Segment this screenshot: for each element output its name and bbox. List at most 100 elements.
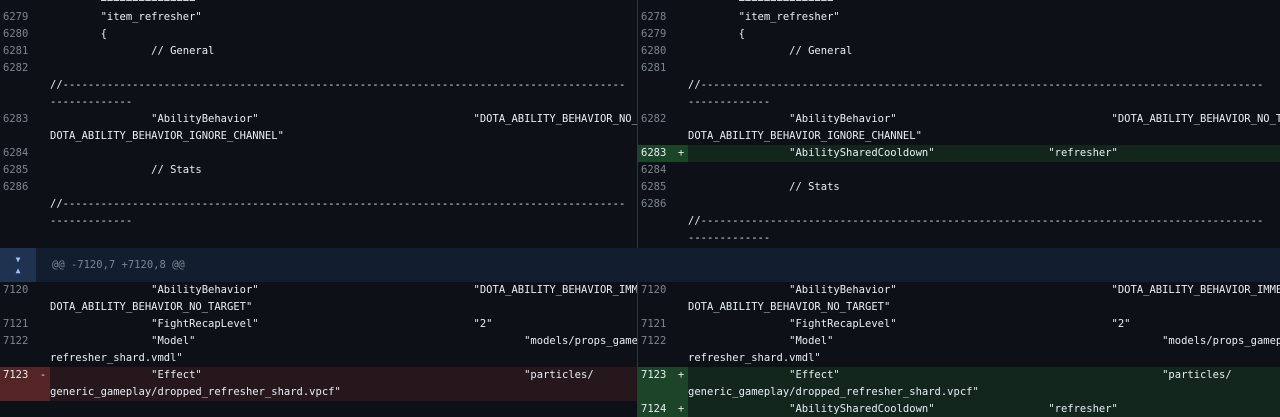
code-line: ------------- <box>50 96 133 108</box>
line-number[interactable]: 6281 <box>638 60 674 77</box>
code-line: =============== <box>50 0 196 6</box>
line-number[interactable]: 6283 <box>0 111 36 128</box>
line-number[interactable] <box>0 213 36 230</box>
code-line: ------------- <box>50 215 133 227</box>
diff-marker <box>36 60 50 77</box>
line-number[interactable] <box>638 299 674 316</box>
hunk-header-row: ▼ ▲ @@ -7120,7 +7120,8 @@ <box>0 248 1280 282</box>
diff-marker <box>674 179 688 196</box>
line-number[interactable]: 7120 <box>0 282 36 299</box>
diff-row: 7123 + "Effect" "particles/ <box>638 367 1280 384</box>
code-line: "AbilityBehavior" "DOTA_ABILITY_BEHAVIOR… <box>50 284 637 296</box>
diff-row: =============== <box>0 0 637 9</box>
diff-row: ------------- <box>0 213 637 230</box>
line-number[interactable]: 6286 <box>0 179 36 196</box>
code-line: "Model" "models/props_gameplay/ <box>688 335 1280 347</box>
line-number[interactable] <box>0 0 36 9</box>
diff-row: //--------------------------------------… <box>0 77 637 94</box>
line-number[interactable]: 6286 <box>638 196 674 213</box>
diff-marker: + <box>674 145 688 162</box>
diff-row: 6286 <box>0 179 637 196</box>
diff-marker <box>36 213 50 230</box>
line-number[interactable] <box>638 77 674 94</box>
line-number[interactable]: 7122 <box>638 333 674 350</box>
diff-row: 6286 <box>638 196 1280 213</box>
line-number[interactable]: 6282 <box>0 60 36 77</box>
line-number[interactable] <box>638 128 674 145</box>
code-line: { <box>688 28 745 40</box>
line-number[interactable]: 6285 <box>638 179 674 196</box>
diff-row: 7123- "Effect" "particles/ <box>0 367 637 384</box>
line-number[interactable] <box>638 350 674 367</box>
line-number[interactable]: 6285 <box>0 162 36 179</box>
line-number[interactable]: 6279 <box>638 26 674 43</box>
line-number[interactable] <box>0 77 36 94</box>
line-number[interactable]: 7124 <box>638 401 674 417</box>
diff-marker: - <box>36 367 50 384</box>
line-number[interactable]: 7122 <box>0 333 36 350</box>
line-number[interactable]: 7121 <box>0 316 36 333</box>
line-number[interactable] <box>638 94 674 111</box>
diff-row: //--------------------------------------… <box>638 213 1280 230</box>
diff-marker <box>36 26 50 43</box>
diff-row: refresher_shard.vmdl" <box>0 350 637 367</box>
code-line: "FightRecapLevel" "2" <box>50 318 493 330</box>
diff-row: //--------------------------------------… <box>0 196 637 213</box>
code-line: "AbilityBehavior" "DOTA_ABILITY_BEHAVIOR… <box>688 113 1280 125</box>
diff-row: 7121 "FightRecapLevel" "2" <box>638 316 1280 333</box>
line-number[interactable] <box>0 196 36 213</box>
code-line: "AbilityBehavior" "DOTA_ABILITY_BEHAVIOR… <box>688 284 1280 296</box>
diff-marker <box>36 9 50 26</box>
line-number[interactable] <box>638 230 674 247</box>
line-number[interactable]: 7123 <box>0 367 36 384</box>
line-number[interactable]: 6280 <box>638 43 674 60</box>
code-line: DOTA_ABILITY_BEHAVIOR_NO_TARGET" <box>688 301 891 313</box>
chevron-up-icon: ▲ <box>15 265 21 275</box>
diff-marker: + <box>674 367 688 384</box>
line-number[interactable] <box>0 94 36 111</box>
left-block-1: =============== 6279 "item_refresher" 6280… <box>0 0 637 230</box>
line-number[interactable] <box>0 384 36 401</box>
line-number[interactable] <box>638 0 674 9</box>
diff-row: 6278 "item_refresher" <box>638 9 1280 26</box>
code-line: "AbilitySharedCooldown" "refresher" <box>688 403 1118 415</box>
diff-marker <box>674 94 688 111</box>
code-line: //--------------------------------------… <box>688 215 1264 227</box>
code-line: "AbilityBehavior" "DOTA_ABILITY_BEHAVIOR… <box>50 113 637 125</box>
line-number[interactable]: 6280 <box>0 26 36 43</box>
line-number[interactable] <box>0 128 36 145</box>
diff-row: =============== <box>638 0 1280 9</box>
line-number[interactable]: 6284 <box>638 162 674 179</box>
line-number[interactable]: 6283 <box>638 145 674 162</box>
line-number[interactable]: 6281 <box>0 43 36 60</box>
line-number[interactable]: 6284 <box>0 145 36 162</box>
line-number[interactable]: 6282 <box>638 111 674 128</box>
line-number[interactable]: 7121 <box>638 316 674 333</box>
code-line: ------------- <box>688 232 771 244</box>
expand-hunk-button[interactable]: ▼ ▲ <box>0 248 36 282</box>
diff-marker: + <box>674 401 688 417</box>
diff-marker <box>36 162 50 179</box>
diff-marker <box>674 77 688 94</box>
line-number[interactable] <box>0 350 36 367</box>
code-line: // Stats <box>688 181 840 193</box>
line-number[interactable]: 6278 <box>638 9 674 26</box>
line-number[interactable]: 7120 <box>638 282 674 299</box>
diff-row: 6284 <box>638 162 1280 179</box>
diff-marker <box>674 230 688 247</box>
diff-row: 6282 <box>0 60 637 77</box>
code-line: DOTA_ABILITY_BEHAVIOR_IGNORE_CHANNEL" <box>50 130 284 142</box>
line-number[interactable] <box>0 299 36 316</box>
line-number[interactable]: 7123 <box>638 367 674 384</box>
line-number[interactable]: 6279 <box>0 9 36 26</box>
diff-marker <box>36 111 50 128</box>
code-line: // Stats <box>50 164 202 176</box>
line-number[interactable] <box>638 384 674 401</box>
code-line: "Effect" "particles/ <box>50 369 594 381</box>
line-number[interactable] <box>638 213 674 230</box>
diff-marker <box>36 145 50 162</box>
diff-row: 6281 <box>638 60 1280 77</box>
